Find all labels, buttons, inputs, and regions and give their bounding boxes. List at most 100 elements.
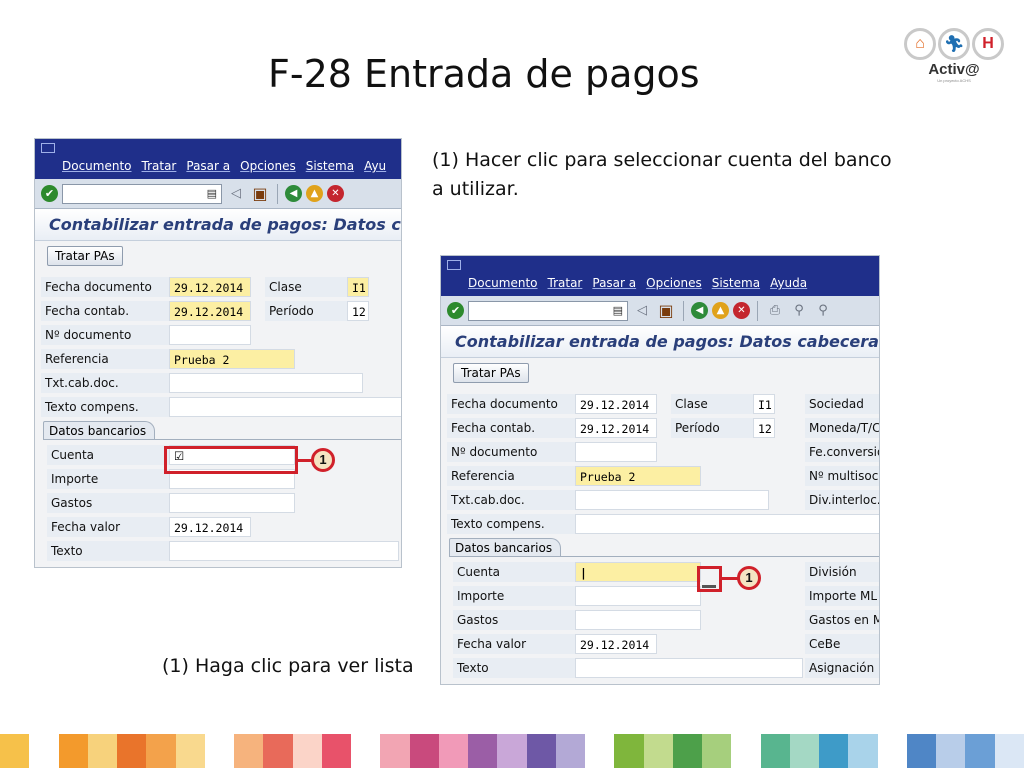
stripe-segment bbox=[789, 734, 819, 768]
command-history-icon[interactable]: ▤ bbox=[207, 187, 217, 200]
label-referencia: Referencia bbox=[41, 349, 169, 369]
menu-opciones[interactable]: Opciones bbox=[240, 159, 296, 173]
menu-tratar[interactable]: Tratar bbox=[548, 276, 583, 290]
label-clase: Clase bbox=[265, 277, 347, 297]
group-divider bbox=[43, 439, 401, 440]
exit-icon[interactable]: ▲ bbox=[712, 302, 729, 319]
menu-sistema[interactable]: Sistema bbox=[306, 159, 354, 173]
clase-field[interactable]: I1 bbox=[753, 394, 775, 414]
back-arrow-icon[interactable]: ◁ bbox=[632, 301, 652, 321]
text-cursor: | bbox=[580, 566, 587, 580]
menu-documento[interactable]: Documento bbox=[62, 159, 132, 173]
label-cebe: CeBe bbox=[805, 634, 879, 654]
stripe-segment bbox=[936, 734, 966, 768]
group-divider bbox=[449, 556, 879, 557]
activa-logo: ⌂ 🏃︎ H Activ@ Un proyecto ACHS bbox=[900, 28, 1008, 92]
logo-sub: Un proyecto ACHS bbox=[937, 78, 971, 83]
menu-ayuda[interactable]: Ayu bbox=[364, 159, 386, 173]
referencia-field[interactable]: Prueba 2 bbox=[575, 466, 701, 486]
label-multisoc: Nº multisoc. bbox=[805, 466, 879, 486]
caption-top: (1) Hacer clic para seleccionar cuenta d… bbox=[432, 146, 892, 205]
texto-compens-field[interactable] bbox=[169, 397, 401, 417]
gastos-field[interactable] bbox=[169, 493, 295, 513]
caption-top-text: (1) Hacer clic para seleccionar cuenta d… bbox=[432, 149, 892, 201]
print-icon[interactable]: ⎙ bbox=[765, 301, 785, 321]
txt-cab-doc-field[interactable] bbox=[169, 373, 363, 393]
fecha-valor-field[interactable]: 29.12.2014 bbox=[575, 634, 657, 654]
fecha-documento-field[interactable]: 29.12.2014 bbox=[169, 277, 251, 297]
command-history-icon[interactable]: ▤ bbox=[613, 304, 623, 317]
cancel-icon[interactable]: ✕ bbox=[327, 185, 344, 202]
label-sociedad: Sociedad bbox=[805, 394, 879, 414]
menu-ayuda[interactable]: Ayuda bbox=[770, 276, 807, 290]
label-fecha-documento: Fecha documento bbox=[447, 394, 575, 414]
menu-opciones[interactable]: Opciones bbox=[646, 276, 702, 290]
save-icon[interactable]: ▣ bbox=[250, 184, 270, 204]
fecha-contab-field[interactable]: 29.12.2014 bbox=[169, 301, 251, 321]
label-gastos: Gastos bbox=[47, 493, 169, 513]
menu-pasar-a[interactable]: Pasar a bbox=[186, 159, 230, 173]
n-documento-field[interactable] bbox=[169, 325, 251, 345]
label-texto: Texto bbox=[47, 541, 169, 561]
cuenta-highlight-box bbox=[164, 446, 298, 474]
window-menu-icon[interactable] bbox=[41, 143, 55, 153]
n-documento-field[interactable] bbox=[575, 442, 657, 462]
save-icon[interactable]: ▣ bbox=[656, 301, 676, 321]
periodo-field[interactable]: 12 bbox=[347, 301, 369, 321]
back-icon[interactable]: ◀ bbox=[691, 302, 708, 319]
clase-field[interactable]: I1 bbox=[347, 277, 369, 297]
importe-field[interactable] bbox=[575, 586, 701, 606]
stripe-segment bbox=[0, 734, 30, 768]
toolbar-divider bbox=[277, 183, 278, 204]
stripe-segment bbox=[409, 734, 439, 768]
exit-icon[interactable]: ▲ bbox=[306, 185, 323, 202]
back-arrow-icon[interactable]: ◁ bbox=[226, 184, 246, 204]
back-icon[interactable]: ◀ bbox=[285, 185, 302, 202]
label-gastos: Gastos bbox=[453, 610, 575, 630]
cancel-icon[interactable]: ✕ bbox=[733, 302, 750, 319]
menu-documento[interactable]: Documento bbox=[468, 276, 538, 290]
stripe-segment bbox=[146, 734, 176, 768]
label-periodo: Período bbox=[671, 418, 753, 438]
sap-window-right: Documento Tratar Pasar a Opciones Sistem… bbox=[440, 255, 880, 685]
label-n-documento: Nº documento bbox=[41, 325, 169, 345]
sap-toolbar: ✔ ▤ ◁ ▣ ◀ ▲ ✕ ⎙ ⚲ ⚲ bbox=[441, 296, 879, 326]
stripe-segment bbox=[819, 734, 849, 768]
enter-check-icon[interactable]: ✔ bbox=[447, 302, 464, 319]
window-menu-icon[interactable] bbox=[447, 260, 461, 270]
application-toolbar: Tratar PAs bbox=[441, 358, 879, 388]
txt-cab-doc-field[interactable] bbox=[575, 490, 769, 510]
menu-pasar-a[interactable]: Pasar a bbox=[592, 276, 636, 290]
tratar-pas-button[interactable]: Tratar PAs bbox=[47, 246, 123, 266]
command-field[interactable]: ▤ bbox=[62, 183, 222, 204]
enter-check-icon[interactable]: ✔ bbox=[41, 185, 58, 202]
caption-bottom: (1) Haga clic para ver lista bbox=[162, 652, 414, 681]
referencia-field[interactable]: Prueba 2 bbox=[169, 349, 295, 369]
label-n-documento: Nº documento bbox=[447, 442, 575, 462]
periodo-field[interactable]: 12 bbox=[753, 418, 775, 438]
command-field[interactable]: ▤ bbox=[468, 300, 628, 321]
toolbar-divider bbox=[683, 300, 684, 321]
find-next-icon[interactable]: ⚲ bbox=[813, 301, 833, 321]
stripe-segment bbox=[321, 734, 351, 768]
gastos-field[interactable] bbox=[575, 610, 701, 630]
fecha-valor-field[interactable]: 29.12.2014 bbox=[169, 517, 251, 537]
tratar-pas-button[interactable]: Tratar PAs bbox=[453, 363, 529, 383]
texto-compens-field[interactable] bbox=[575, 514, 879, 534]
find-icon[interactable]: ⚲ bbox=[789, 301, 809, 321]
texto-field[interactable] bbox=[169, 541, 399, 561]
stripe-segment bbox=[760, 734, 790, 768]
label-fecha-documento: Fecha documento bbox=[41, 277, 169, 297]
cuenta-field[interactable]: | bbox=[575, 562, 701, 582]
fecha-contab-field[interactable]: 29.12.2014 bbox=[575, 418, 657, 438]
stripe-segment bbox=[731, 734, 761, 768]
menu-tratar[interactable]: Tratar bbox=[142, 159, 177, 173]
label-cuenta: Cuenta bbox=[47, 445, 169, 465]
label-texto-compens: Texto compens. bbox=[41, 397, 169, 417]
stripe-segment bbox=[672, 734, 702, 768]
menu-sistema[interactable]: Sistema bbox=[712, 276, 760, 290]
matchcode-button[interactable] bbox=[702, 585, 716, 588]
header-form: Fecha documento 29.12.2014 Clase I1 Fech… bbox=[35, 271, 401, 567]
texto-field[interactable] bbox=[575, 658, 803, 678]
fecha-documento-field[interactable]: 29.12.2014 bbox=[575, 394, 657, 414]
